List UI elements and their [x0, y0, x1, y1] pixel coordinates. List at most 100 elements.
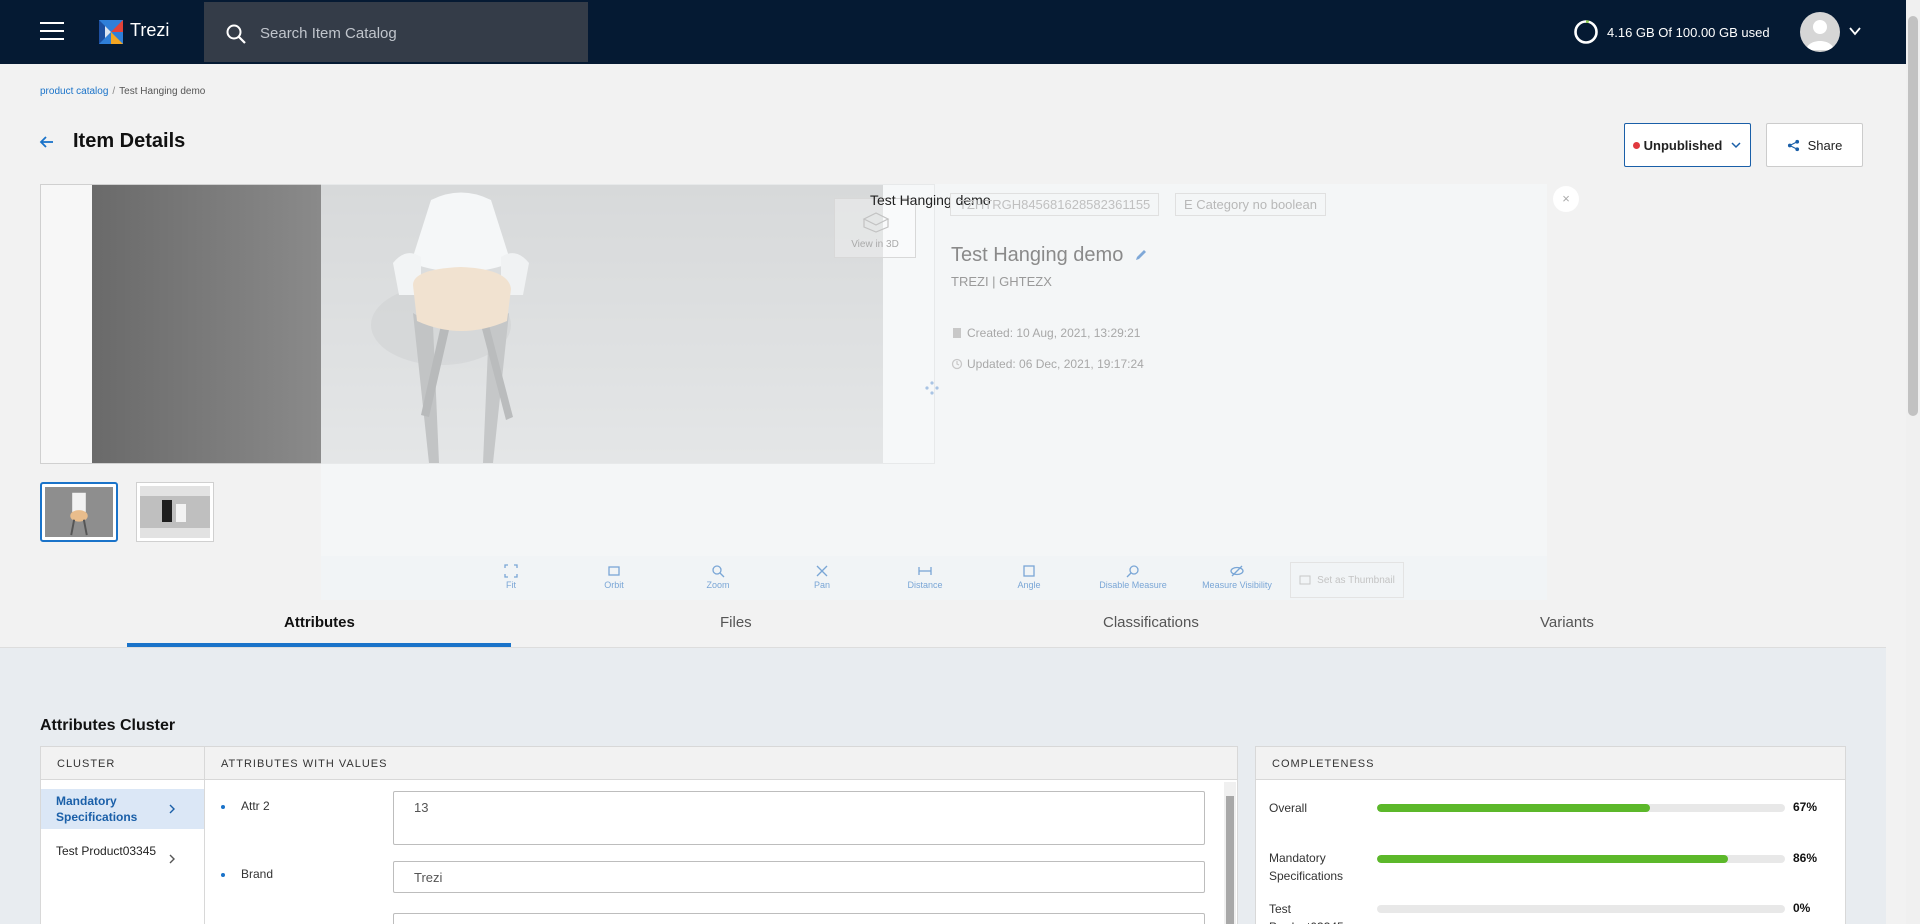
- top-bar: Trezi 4.16 GB Of 100.00 GB used: [0, 0, 1920, 64]
- share-icon: [1787, 139, 1799, 151]
- angle-label: Angle: [1017, 580, 1041, 590]
- pan-tool[interactable]: Pan: [782, 564, 862, 590]
- attribute-bullet: [221, 805, 225, 809]
- completeness-fill: [1377, 804, 1651, 812]
- active-tab-indicator: [127, 643, 511, 647]
- user-icon: [1806, 20, 1834, 50]
- publish-status-dropdown[interactable]: Unpublished: [1624, 123, 1751, 167]
- zoom-label: Zoom: [706, 580, 730, 590]
- page-title: Item Details: [73, 130, 186, 152]
- orbit-icon: [608, 566, 620, 576]
- measure-visibility-label: Measure Visibility: [1202, 580, 1272, 590]
- image-icon: [1299, 575, 1311, 585]
- breadcrumb-current: Test Hanging demo: [119, 86, 206, 97]
- completeness-label: Overall: [1269, 801, 1308, 815]
- cluster-panel: CLUSTER Mandatory Specifications Test Pr…: [40, 746, 205, 924]
- attribute-value-input[interactable]: [393, 913, 1205, 924]
- completeness-percent: 86%: [1793, 851, 1818, 865]
- view-in-3d-label: View in 3D: [851, 239, 899, 250]
- close-viewer-button[interactable]: ×: [1553, 186, 1579, 212]
- app-name[interactable]: Trezi: [130, 20, 169, 41]
- completeness-fill: [1377, 855, 1728, 863]
- pan-icon: [816, 565, 828, 577]
- completeness-panel: COMPLETENESS: [1255, 746, 1846, 924]
- edit-pencil-icon[interactable]: [1134, 248, 1148, 262]
- page-scrollbar-thumb[interactable]: [1908, 16, 1918, 416]
- completeness-label: Mandatory Specifications: [1269, 851, 1344, 883]
- trezi-logo-icon[interactable]: [99, 20, 123, 44]
- media-background: [92, 185, 321, 463]
- breadcrumb: product catalog / Test Hanging demo: [40, 86, 205, 97]
- measure-visibility-tool[interactable]: Measure Visibility: [1197, 564, 1277, 590]
- share-button[interactable]: Share: [1766, 123, 1863, 167]
- breadcrumb-separator: /: [112, 86, 116, 97]
- section-title: Attributes Cluster: [40, 717, 176, 734]
- created-text: Created: 10 Aug, 2021, 13:29:21: [967, 326, 1141, 340]
- eye-off-icon: [1230, 565, 1244, 577]
- attributes-panel: ATTRIBUTES WITH VALUES Attr 2 13 Brand T…: [204, 746, 1238, 924]
- sku-badge: TZHTRGH845681628582361155: [950, 193, 1160, 216]
- fit-tool[interactable]: Fit: [471, 564, 551, 590]
- completeness-bar-mandatory: [1377, 855, 1785, 863]
- search-bar[interactable]: [204, 2, 588, 62]
- thumbnail-1[interactable]: [40, 482, 118, 542]
- orbit-label: Orbit: [604, 580, 624, 590]
- fit-icon: [504, 564, 518, 578]
- completeness-percent: 0%: [1793, 901, 1811, 915]
- menu-icon[interactable]: [40, 22, 64, 42]
- chevron-right-icon: [169, 804, 175, 814]
- attribute-label: Attr 2: [241, 799, 270, 813]
- breadcrumb-root-link[interactable]: product catalog: [40, 86, 108, 97]
- orbit-tool[interactable]: Orbit: [574, 564, 654, 590]
- attribute-bullet: [221, 873, 225, 877]
- created-timestamp: Created: 10 Aug, 2021, 13:29:21: [951, 326, 1140, 340]
- set-as-thumbnail-label: Set as Thumbnail: [1317, 574, 1395, 586]
- attribute-value-input[interactable]: Trezi: [393, 861, 1205, 893]
- tab-variants[interactable]: Variants: [1540, 614, 1594, 631]
- thumbnail-2[interactable]: [136, 482, 214, 542]
- tab-classifications[interactable]: Classifications: [1103, 614, 1199, 631]
- loading-spinner-icon: [925, 381, 939, 395]
- share-label: Share: [1807, 137, 1843, 153]
- attributes-header: ATTRIBUTES WITH VALUES: [205, 747, 1237, 780]
- completeness-bar-test-product: [1377, 905, 1785, 913]
- angle-icon: [1023, 565, 1035, 577]
- back-arrow-icon[interactable]: [38, 133, 56, 151]
- cluster-item-test-product03345[interactable]: Test Product03345: [41, 839, 205, 879]
- distance-icon: [918, 567, 932, 575]
- storage-usage: 4.16 GB Of 100.00 GB used: [1573, 19, 1770, 45]
- set-as-thumbnail-button[interactable]: Set as Thumbnail: [1290, 562, 1404, 598]
- attribute-row: Brand Trezi: [205, 861, 1235, 899]
- attributes-scrollbar-thumb[interactable]: [1226, 796, 1234, 924]
- completeness-percent: 67%: [1793, 800, 1818, 814]
- item-brand-line: TREZI | GHTEZX: [951, 274, 1052, 289]
- category-badge: E Category no boolean: [1175, 193, 1326, 216]
- cluster-item-mandatory-specifications[interactable]: Mandatory Specifications: [41, 789, 205, 829]
- pan-label: Pan: [813, 580, 830, 590]
- cluster-header: CLUSTER: [41, 747, 204, 780]
- attribute-label: Brand: [241, 867, 274, 881]
- updated-timestamp: Updated: 06 Dec, 2021, 19:17:24: [951, 357, 1144, 371]
- search-input[interactable]: [260, 20, 560, 46]
- zoom-tool[interactable]: Zoom: [678, 564, 758, 590]
- attribute-value-textarea[interactable]: 13: [393, 791, 1205, 845]
- chevron-down-icon[interactable]: [1848, 24, 1862, 38]
- angle-tool[interactable]: Angle: [989, 564, 1069, 590]
- tab-bar: Attributes Files Classifications Variant…: [0, 600, 1886, 648]
- fit-label: Fit: [506, 580, 516, 590]
- completeness-bar-overall: [1377, 804, 1785, 812]
- tab-files[interactable]: Files: [720, 614, 752, 631]
- disable-measure-label: Disable Measure: [1099, 580, 1167, 590]
- avatar[interactable]: [1800, 12, 1840, 52]
- disable-measure-tool[interactable]: Disable Measure: [1093, 564, 1173, 590]
- cluster-item-label: Mandatory Specifications: [56, 794, 138, 824]
- thumbnail-scene-image: [140, 486, 210, 538]
- distance-label: Distance: [907, 580, 943, 590]
- clock-icon: [951, 358, 963, 370]
- thumbnail-chair-image: [45, 487, 113, 537]
- tab-attributes[interactable]: Attributes: [284, 614, 355, 631]
- status-dot: [1632, 141, 1640, 149]
- distance-tool[interactable]: Distance: [885, 564, 965, 590]
- zoom-icon: [712, 565, 725, 578]
- cluster-item-label: Test Product03345: [56, 844, 157, 858]
